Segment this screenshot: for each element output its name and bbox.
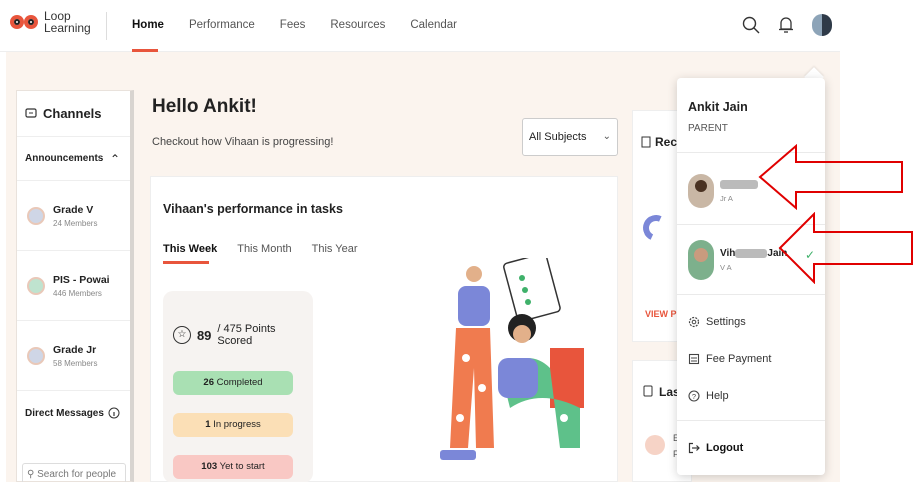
tab-this-month[interactable]: This Month bbox=[237, 243, 291, 255]
fee-payment-label: Fee Payment bbox=[706, 353, 772, 365]
group-members: 58 Members bbox=[53, 358, 98, 368]
greeting-subtitle: Checkout how Vihaan is progressing! bbox=[152, 136, 334, 148]
recommendations-title: Rec bbox=[655, 135, 678, 149]
owl-logo-icon bbox=[10, 11, 40, 33]
performance-title: Vihaan's performance in tasks bbox=[163, 202, 343, 216]
progress-gauge bbox=[639, 211, 673, 245]
nav-calendar[interactable]: Calendar bbox=[410, 19, 457, 31]
tab-this-week[interactable]: This Week bbox=[163, 243, 217, 255]
document-icon bbox=[643, 385, 653, 397]
main-nav: Home Performance Fees Resources Calendar bbox=[132, 19, 457, 31]
recommendations-header: Rec bbox=[641, 135, 677, 149]
gear-icon bbox=[688, 316, 700, 328]
channels-header: Channels bbox=[17, 91, 130, 137]
subject-select-value: All Subjects bbox=[529, 131, 587, 143]
in-progress-label: In progress bbox=[213, 419, 261, 430]
logo-line2: Learning bbox=[44, 21, 91, 35]
points-score: ☆ 89 / 475 Points Scored bbox=[173, 323, 313, 347]
svg-text:?: ? bbox=[692, 392, 696, 401]
chat-icon bbox=[25, 107, 37, 118]
greeting-title: Hello Ankit! bbox=[152, 96, 257, 117]
child-profile-1[interactable]: Jr A bbox=[688, 174, 758, 208]
top-navbar: Loop Learning Home Performance Fees Reso… bbox=[0, 0, 840, 52]
document-icon bbox=[641, 136, 651, 148]
search-icon[interactable] bbox=[742, 16, 760, 34]
in-progress-count: 1 bbox=[205, 419, 211, 430]
logout-icon bbox=[688, 442, 700, 454]
activity-avatar bbox=[645, 435, 665, 455]
points-value: 89 bbox=[196, 327, 212, 343]
subject-select[interactable]: All Subjects ⌄ bbox=[522, 118, 618, 156]
group-members: 446 Members bbox=[53, 288, 102, 298]
search-people-input[interactable]: ⚲ Search for people bbox=[22, 463, 126, 482]
child-name-prefix: Vih bbox=[720, 248, 736, 259]
nav-home[interactable]: Home bbox=[132, 19, 164, 31]
fee-payment-menu-item[interactable]: Fee Payment bbox=[688, 353, 771, 365]
group-name: Grade V bbox=[53, 203, 94, 216]
help-icon: ? bbox=[688, 390, 700, 402]
nav-performance[interactable]: Performance bbox=[189, 19, 255, 31]
nav-resources[interactable]: Resources bbox=[330, 19, 385, 31]
period-tabs: This Week This Month This Year bbox=[163, 243, 358, 255]
user-name: Ankit Jain bbox=[688, 100, 748, 114]
group-avatar bbox=[27, 276, 45, 295]
settings-menu-item[interactable]: Settings bbox=[688, 316, 746, 328]
points-total: / 475 Points Scored bbox=[217, 323, 276, 347]
group-avatar bbox=[27, 206, 45, 225]
loop-learning-logo[interactable]: Loop Learning bbox=[10, 10, 91, 34]
search-people-placeholder: Search for people bbox=[37, 469, 117, 480]
tab-active-indicator bbox=[163, 261, 209, 264]
completed-label: Completed bbox=[216, 377, 263, 388]
chevron-down-icon: ⌄ bbox=[602, 131, 611, 142]
divider bbox=[677, 294, 825, 295]
students-illustration bbox=[440, 258, 584, 460]
child-avatar bbox=[688, 240, 714, 280]
direct-messages-header: Direct Messages bbox=[17, 391, 130, 435]
user-role: PARENT bbox=[688, 123, 728, 134]
child-avatar bbox=[688, 174, 714, 208]
search-icon: ⚲ bbox=[27, 469, 35, 480]
annotation-arrow-1 bbox=[758, 144, 903, 210]
yet-label: Yet to start bbox=[219, 461, 265, 472]
announcements-label: Announcements bbox=[25, 153, 104, 164]
help-menu-item[interactable]: ? Help bbox=[688, 390, 729, 402]
help-label: Help bbox=[706, 390, 729, 402]
last-activity-header: Las bbox=[643, 385, 680, 399]
bell-icon[interactable] bbox=[778, 16, 794, 34]
in-progress-badge[interactable]: 1 In progress bbox=[173, 413, 293, 437]
chevron-up-icon: ⌃ bbox=[109, 151, 120, 166]
channel-item[interactable]: PIS - Powai 446 Members bbox=[17, 251, 130, 321]
divider bbox=[677, 420, 825, 421]
child-name-redacted bbox=[720, 179, 758, 190]
nav-fees[interactable]: Fees bbox=[280, 19, 306, 31]
nav-divider bbox=[106, 12, 107, 40]
logout-menu-item[interactable]: Logout bbox=[688, 442, 743, 454]
group-name: PIS - Powai bbox=[53, 273, 110, 286]
yet-to-start-badge[interactable]: 103 Yet to start bbox=[173, 455, 293, 479]
channels-panel: Channels Announcements ⌃ Grade V 24 Memb… bbox=[16, 90, 134, 482]
profile-avatar[interactable] bbox=[812, 14, 832, 36]
settings-label: Settings bbox=[706, 316, 746, 328]
announcements-toggle[interactable]: Announcements ⌃ bbox=[17, 137, 130, 181]
channel-item[interactable]: Grade V 24 Members bbox=[17, 181, 130, 251]
channels-title: Channels bbox=[43, 106, 102, 121]
header-actions bbox=[742, 14, 832, 36]
points-summary-card: ☆ 89 / 475 Points Scored 26 Completed 1 … bbox=[163, 291, 313, 482]
group-name: Grade Jr bbox=[53, 343, 97, 356]
info-icon[interactable] bbox=[108, 407, 120, 419]
completed-badge[interactable]: 26 Completed bbox=[173, 371, 293, 395]
yet-count: 103 bbox=[201, 461, 218, 472]
completed-count: 26 bbox=[203, 377, 214, 388]
annotation-arrow-2 bbox=[778, 212, 913, 284]
channel-item[interactable]: Grade Jr 58 Members bbox=[17, 321, 130, 391]
direct-messages-label: Direct Messages bbox=[25, 407, 104, 419]
tab-this-year[interactable]: This Year bbox=[312, 243, 358, 255]
child-class: Jr A bbox=[720, 194, 733, 203]
group-avatar bbox=[27, 346, 45, 365]
star-icon: ☆ bbox=[173, 326, 191, 344]
group-members: 24 Members bbox=[53, 218, 98, 228]
logout-label: Logout bbox=[706, 442, 744, 454]
receipt-icon bbox=[688, 353, 700, 365]
child-profile-2[interactable]: Vih Jain V A bbox=[688, 240, 787, 280]
